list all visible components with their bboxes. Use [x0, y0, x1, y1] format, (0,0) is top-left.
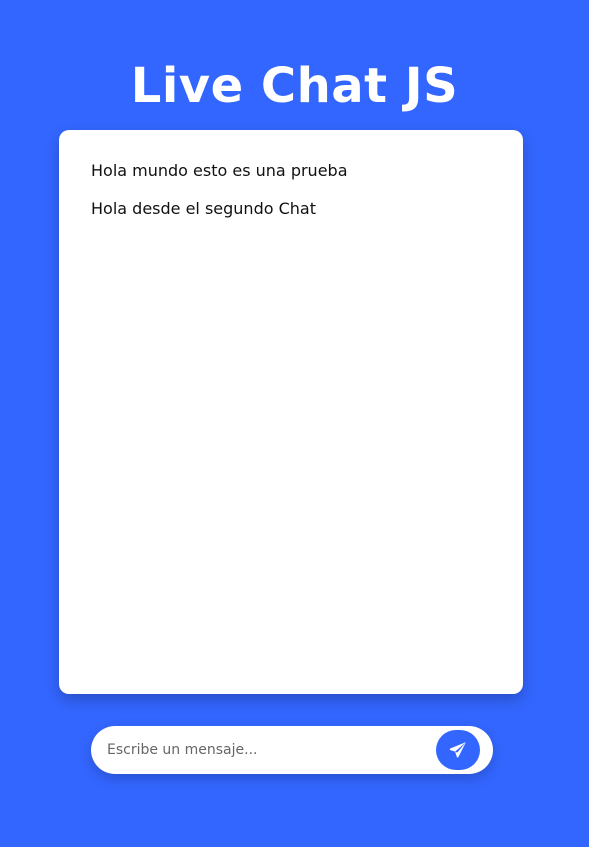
send-button[interactable]: [436, 730, 480, 770]
message-composer: [91, 726, 493, 774]
chat-message: Hola mundo esto es una prueba: [91, 161, 348, 180]
paper-plane-icon: [449, 742, 466, 758]
page-title: Live Chat JS: [130, 58, 459, 115]
chat-message-panel[interactable]: Hola mundo esto es una prueba Hola desde…: [59, 130, 523, 694]
chat-message: Hola desde el segundo Chat: [91, 199, 316, 218]
message-input[interactable]: [107, 738, 419, 762]
